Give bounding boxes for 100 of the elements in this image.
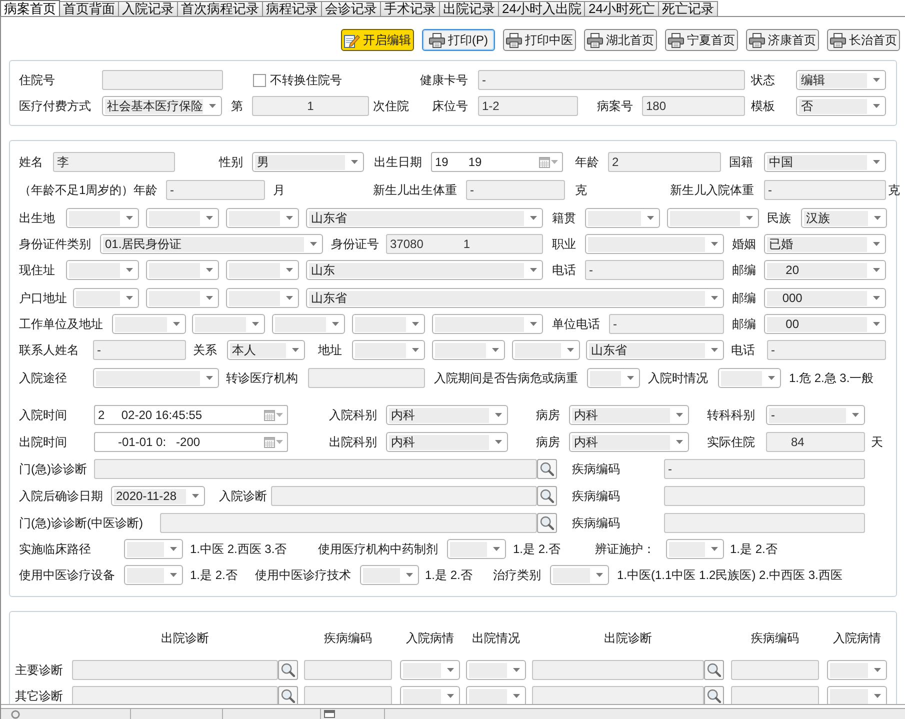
text-field[interactable] bbox=[664, 513, 865, 533]
dropdown[interactable] bbox=[400, 686, 460, 704]
text-field[interactable] bbox=[308, 368, 425, 388]
text-field[interactable] bbox=[102, 70, 223, 90]
tab[interactable]: 入院记录 bbox=[119, 1, 178, 16]
dropdown[interactable]: 山东 bbox=[306, 260, 543, 280]
dropdown[interactable] bbox=[112, 314, 186, 334]
text-field[interactable] bbox=[731, 686, 819, 704]
text-field[interactable]: - bbox=[166, 180, 265, 200]
dropdown[interactable] bbox=[466, 686, 526, 704]
dropdown[interactable] bbox=[718, 368, 781, 388]
dropdown[interactable]: 内科 bbox=[386, 405, 508, 425]
text-field[interactable]: - bbox=[764, 180, 886, 200]
search-button[interactable] bbox=[278, 686, 298, 704]
text-field[interactable]: 1 bbox=[252, 96, 369, 116]
dropdown[interactable] bbox=[226, 208, 299, 228]
dropdown[interactable] bbox=[93, 368, 219, 388]
dropdown[interactable]: - bbox=[766, 405, 865, 425]
text-field[interactable] bbox=[731, 660, 819, 680]
checkbox[interactable] bbox=[253, 74, 266, 86]
dropdown[interactable] bbox=[226, 288, 299, 308]
toolbar-button[interactable]: 济康首页 bbox=[746, 29, 819, 51]
text-field[interactable]: 1-2 bbox=[478, 96, 578, 116]
text-field[interactable]: - bbox=[664, 459, 865, 479]
dropdown[interactable]: 内科 bbox=[569, 432, 689, 452]
text-field[interactable] bbox=[94, 459, 537, 479]
search-button[interactable] bbox=[537, 486, 557, 506]
dropdown[interactable]: 编辑 bbox=[796, 70, 886, 90]
tab[interactable]: 出院记录 bbox=[440, 1, 499, 16]
dropdown[interactable] bbox=[146, 288, 219, 308]
toolbar-button[interactable]: 打印中医 bbox=[503, 29, 576, 51]
date-picker[interactable]: 19 19 bbox=[431, 152, 563, 172]
text-field[interactable] bbox=[160, 513, 537, 533]
dropdown[interactable] bbox=[124, 565, 183, 585]
dropdown[interactable] bbox=[272, 314, 345, 334]
text-field[interactable]: - bbox=[609, 314, 724, 334]
dropdown[interactable]: 汉族 bbox=[801, 208, 887, 228]
text-field[interactable]: - bbox=[93, 340, 186, 360]
dropdown[interactable]: 山东省 bbox=[586, 340, 724, 360]
dropdown[interactable]: 男 bbox=[252, 152, 364, 172]
dropdown[interactable] bbox=[400, 660, 460, 680]
text-field[interactable] bbox=[532, 686, 704, 704]
dropdown[interactable]: 否 bbox=[796, 96, 886, 116]
dropdown[interactable] bbox=[667, 208, 759, 228]
dropdown[interactable] bbox=[432, 340, 505, 360]
text-field[interactable]: - bbox=[466, 180, 565, 200]
dropdown[interactable] bbox=[66, 260, 139, 280]
tab[interactable]: 手术记录 bbox=[381, 1, 440, 16]
dropdown[interactable] bbox=[666, 539, 724, 559]
toolbar-button[interactable]: 长治首页 bbox=[827, 29, 900, 51]
text-field[interactable] bbox=[271, 486, 537, 506]
toolbar-button[interactable]: 宁夏首页 bbox=[665, 29, 738, 51]
text-field[interactable]: 李 bbox=[53, 152, 175, 172]
text-field[interactable]: 2 bbox=[608, 152, 721, 172]
dropdown[interactable] bbox=[360, 565, 419, 585]
dropdown[interactable] bbox=[585, 208, 660, 228]
dropdown[interactable] bbox=[432, 314, 543, 334]
date-picker[interactable]: 2 02-20 16:45:55 bbox=[94, 405, 288, 425]
tab[interactable]: 24小时入出院 bbox=[499, 1, 586, 16]
dropdown[interactable]: 内科 bbox=[386, 432, 508, 452]
text-field[interactable]: 37080 1 bbox=[386, 234, 543, 254]
tab[interactable]: 首页背面 bbox=[60, 1, 119, 16]
search-button[interactable] bbox=[537, 513, 557, 533]
dropdown[interactable]: 已婚 bbox=[764, 234, 886, 254]
tab[interactable]: 会诊记录 bbox=[322, 1, 381, 16]
search-button[interactable] bbox=[704, 660, 724, 680]
tab[interactable]: 病案首页 bbox=[0, 0, 60, 16]
date-picker[interactable]: -01-01 0: -200 bbox=[94, 432, 288, 452]
search-button[interactable] bbox=[704, 686, 724, 704]
dropdown[interactable]: 本人 bbox=[227, 340, 305, 360]
dropdown[interactable] bbox=[66, 208, 139, 228]
text-field[interactable]: - bbox=[585, 260, 724, 280]
tab[interactable]: 病程记录 bbox=[263, 1, 322, 16]
dropdown[interactable]: 山东省 bbox=[306, 208, 543, 228]
dropdown[interactable]: 20 bbox=[764, 260, 886, 280]
dropdown[interactable]: 2020-11-28 bbox=[111, 486, 205, 506]
text-field[interactable]: - bbox=[767, 340, 886, 360]
dropdown[interactable] bbox=[192, 314, 265, 334]
dropdown[interactable]: 00 bbox=[764, 314, 886, 334]
dropdown[interactable] bbox=[585, 234, 724, 254]
dropdown[interactable] bbox=[827, 686, 887, 704]
text-field[interactable] bbox=[304, 660, 392, 680]
dropdown[interactable] bbox=[466, 660, 526, 680]
dropdown[interactable] bbox=[146, 260, 219, 280]
dropdown[interactable] bbox=[550, 565, 609, 585]
text-field[interactable] bbox=[72, 686, 278, 704]
dropdown[interactable]: 内科 bbox=[569, 405, 689, 425]
dropdown[interactable] bbox=[827, 660, 887, 680]
text-field[interactable]: 180 bbox=[642, 96, 745, 116]
dropdown[interactable]: 01.居民身份证 bbox=[100, 234, 323, 254]
toolbar-button[interactable]: 打印(P) bbox=[422, 29, 495, 51]
dropdown[interactable] bbox=[447, 539, 506, 559]
text-field[interactable] bbox=[664, 486, 865, 506]
text-field[interactable] bbox=[304, 686, 392, 704]
text-field[interactable]: - bbox=[478, 70, 745, 90]
text-field[interactable] bbox=[532, 660, 704, 680]
dropdown[interactable] bbox=[124, 539, 183, 559]
dropdown[interactable] bbox=[512, 340, 580, 360]
toolbar-button[interactable]: 湖北首页 bbox=[584, 29, 657, 51]
dropdown[interactable]: 山东省 bbox=[306, 288, 724, 308]
